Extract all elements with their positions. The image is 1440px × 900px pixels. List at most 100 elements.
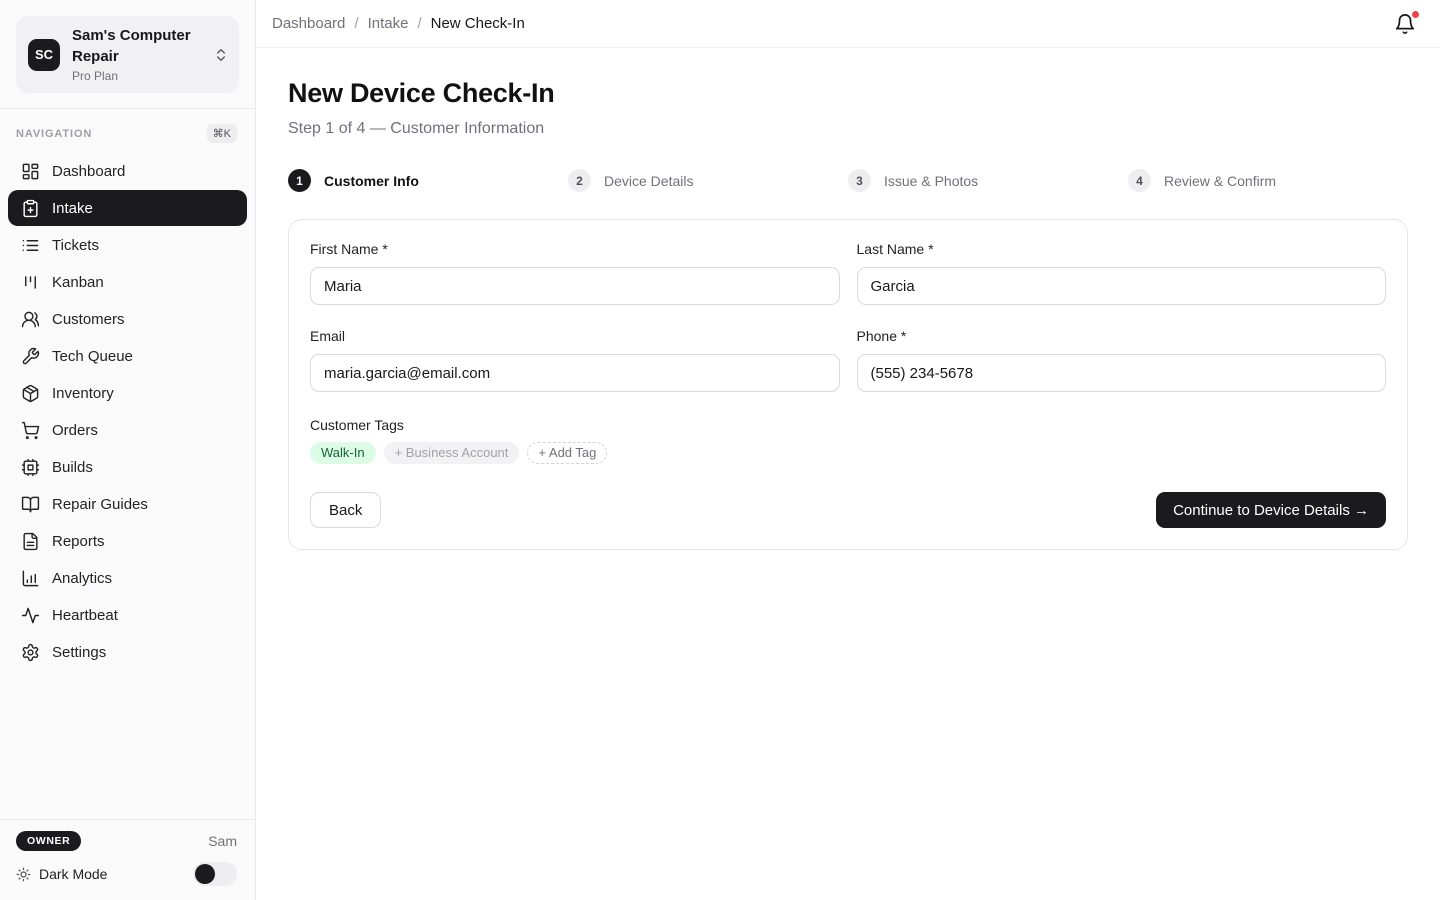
sidebar-item-heartbeat[interactable]: Heartbeat	[8, 597, 247, 633]
role-badge: OWNER	[16, 831, 81, 851]
users-icon	[20, 309, 40, 329]
kanban-icon	[20, 272, 40, 292]
dark-mode-toggle[interactable]	[193, 862, 237, 886]
gear-icon	[20, 642, 40, 662]
main-area: Dashboard / Intake / New Check-In New De…	[256, 0, 1440, 900]
dark-mode-label: Dark Mode	[39, 866, 185, 882]
package-icon	[20, 383, 40, 403]
notification-dot	[1412, 11, 1419, 18]
file-text-icon	[20, 531, 40, 551]
phone-field[interactable]	[857, 354, 1387, 392]
step-number: 1	[288, 169, 311, 192]
sidebar-item-label: Dashboard	[52, 163, 125, 180]
sidebar-item-intake[interactable]: Intake	[8, 190, 247, 226]
step-review-confirm[interactable]: 4 Review & Confirm	[1128, 169, 1408, 192]
sidebar-item-tickets[interactable]: Tickets	[8, 227, 247, 263]
add-tag-button[interactable]: + Add Tag	[527, 442, 607, 464]
step-number: 4	[1128, 169, 1151, 192]
customer-tags-label: Customer Tags	[310, 417, 1386, 433]
sidebar-item-analytics[interactable]: Analytics	[8, 560, 247, 596]
email-label: Email	[310, 328, 840, 344]
chevrons-up-down-icon	[213, 47, 229, 63]
step-number: 2	[568, 169, 591, 192]
page-content: New Device Check-In Step 1 of 4 — Custom…	[256, 48, 1440, 580]
step-label: Device Details	[604, 173, 693, 189]
command-palette-shortcut[interactable]: ⌘K	[207, 124, 237, 143]
dashboard-icon	[20, 161, 40, 181]
bar-chart-icon	[20, 568, 40, 588]
sidebar-item-kanban[interactable]: Kanban	[8, 264, 247, 300]
sidebar-item-label: Tickets	[52, 237, 99, 254]
step-label: Customer Info	[324, 173, 419, 189]
app-window: SC Sam's Computer Repair Pro Plan NAVIGA…	[0, 0, 1440, 900]
sidebar-item-label: Builds	[52, 459, 93, 476]
last-name-field[interactable]	[857, 267, 1387, 305]
back-button[interactable]: Back	[310, 492, 381, 528]
sidebar-nav: Dashboard Intake Tickets Kanban Customer…	[0, 153, 255, 670]
book-open-icon	[20, 494, 40, 514]
sidebar-item-label: Reports	[52, 533, 105, 550]
sidebar-item-label: Tech Queue	[52, 348, 133, 365]
sun-icon	[16, 867, 31, 882]
wizard-stepper: 1 Customer Info 2 Device Details 3 Issue…	[288, 169, 1408, 192]
sidebar-item-label: Inventory	[52, 385, 114, 402]
sidebar-item-reports[interactable]: Reports	[8, 523, 247, 559]
workspace-selector[interactable]: SC Sam's Computer Repair Pro Plan	[16, 16, 239, 93]
tag-walk-in[interactable]: Walk-In	[310, 442, 376, 464]
sidebar-item-label: Customers	[52, 311, 125, 328]
sidebar-item-builds[interactable]: Builds	[8, 449, 247, 485]
sidebar-item-label: Kanban	[52, 274, 104, 291]
breadcrumb-current: New Check-In	[431, 15, 525, 32]
last-name-label: Last Name *	[857, 241, 1387, 257]
customer-tags-section: Customer Tags Walk-In + Business Account…	[310, 417, 1386, 464]
sidebar-item-label: Repair Guides	[52, 496, 148, 513]
step-number: 3	[848, 169, 871, 192]
tag-business-account[interactable]: + Business Account	[384, 442, 520, 464]
clipboard-plus-icon	[20, 198, 40, 218]
sidebar-item-dashboard[interactable]: Dashboard	[8, 153, 247, 189]
sidebar-item-label: Intake	[52, 200, 93, 217]
breadcrumb: Dashboard / Intake / New Check-In	[272, 15, 525, 32]
sidebar-item-repair-guides[interactable]: Repair Guides	[8, 486, 247, 522]
breadcrumb-intake[interactable]: Intake	[368, 15, 409, 32]
sidebar-item-orders[interactable]: Orders	[8, 412, 247, 448]
step-device-details[interactable]: 2 Device Details	[568, 169, 848, 192]
page-subtitle: Step 1 of 4 — Customer Information	[288, 120, 1408, 138]
sidebar-footer: OWNER Sam Dark Mode	[0, 819, 255, 900]
user-name: Sam	[208, 833, 237, 849]
sidebar-item-customers[interactable]: Customers	[8, 301, 247, 337]
topbar: Dashboard / Intake / New Check-In	[256, 0, 1440, 48]
sidebar-item-label: Settings	[52, 644, 106, 661]
toggle-knob	[195, 864, 215, 884]
sidebar-item-tech-queue[interactable]: Tech Queue	[8, 338, 247, 374]
step-customer-info[interactable]: 1 Customer Info	[288, 169, 568, 192]
first-name-field[interactable]	[310, 267, 840, 305]
sidebar-item-label: Heartbeat	[52, 607, 118, 624]
shopping-cart-icon	[20, 420, 40, 440]
sidebar-item-settings[interactable]: Settings	[8, 634, 247, 670]
activity-pulse-icon	[20, 605, 40, 625]
notifications-button[interactable]	[1391, 10, 1419, 38]
sidebar-item-inventory[interactable]: Inventory	[8, 375, 247, 411]
page-title: New Device Check-In	[288, 78, 1408, 109]
sidebar: SC Sam's Computer Repair Pro Plan NAVIGA…	[0, 0, 256, 900]
workspace-plan: Pro Plan	[72, 69, 201, 83]
sidebar-item-label: Analytics	[52, 570, 112, 587]
step-issue-photos[interactable]: 3 Issue & Photos	[848, 169, 1128, 192]
first-name-label: First Name *	[310, 241, 840, 257]
email-field[interactable]	[310, 354, 840, 392]
breadcrumb-separator: /	[417, 15, 421, 32]
check-in-form-card: First Name * Last Name * Email Phone *	[288, 219, 1408, 550]
step-label: Issue & Photos	[884, 173, 978, 189]
cpu-icon	[20, 457, 40, 477]
list-icon	[20, 235, 40, 255]
wrench-icon	[20, 346, 40, 366]
navigation-section-label: NAVIGATION	[16, 128, 92, 140]
sidebar-item-label: Orders	[52, 422, 98, 439]
breadcrumb-separator: /	[354, 15, 358, 32]
workspace-name: Sam's Computer Repair	[72, 26, 201, 67]
workspace-avatar: SC	[28, 39, 60, 71]
continue-button[interactable]: Continue to Device Details →	[1156, 492, 1386, 528]
breadcrumb-dashboard[interactable]: Dashboard	[272, 15, 345, 32]
step-label: Review & Confirm	[1164, 173, 1276, 189]
